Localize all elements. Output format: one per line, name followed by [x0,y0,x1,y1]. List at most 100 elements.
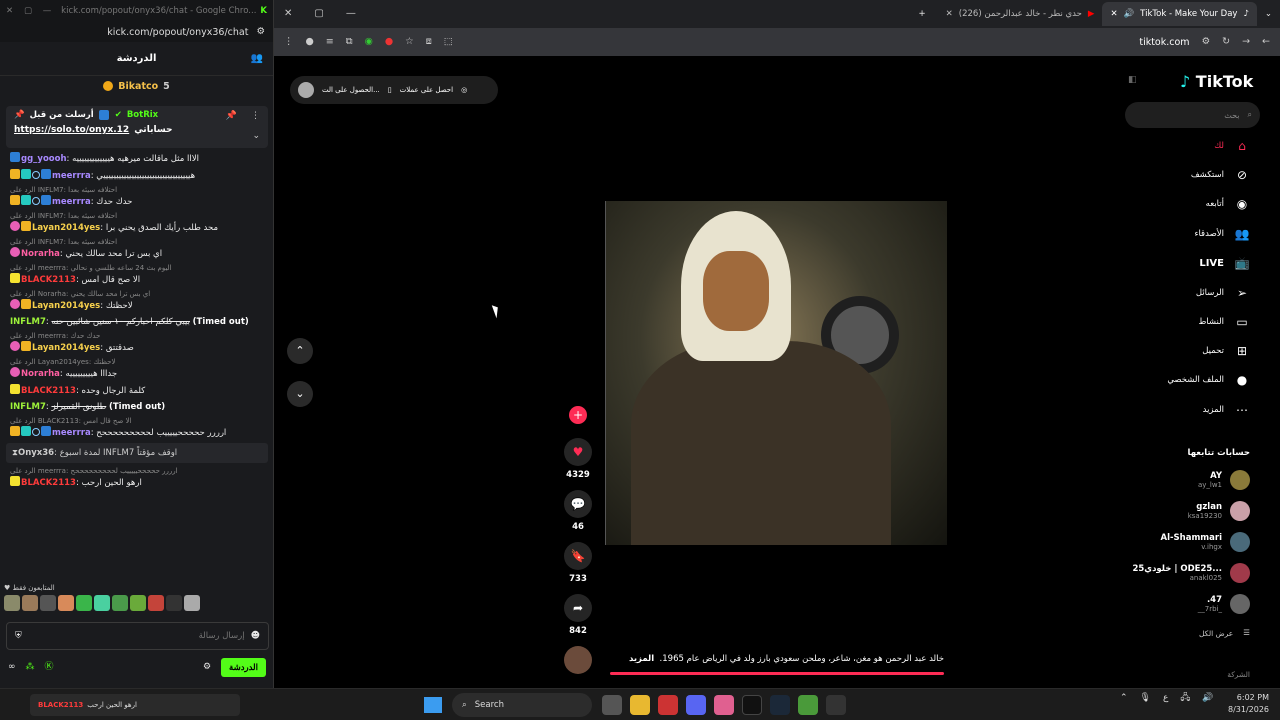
language-indicator[interactable]: ع [1163,693,1168,703]
save-button[interactable]: 🔖 [564,542,592,570]
emote[interactable] [40,595,56,611]
previous-video-button[interactable]: ⌃ [287,338,313,364]
chat-username[interactable]: BLACK2113 [21,478,76,488]
chat-message[interactable]: الرد على INFLM7: احتلافه سيئه بعدا Norarh… [6,236,268,262]
reply-context[interactable]: الرد على meerrra: اليوم بث 24 ساعه طلسي … [10,264,264,273]
following-account[interactable]: .47 __7rbi_ [1198,594,1250,614]
chat-username[interactable]: INFLM7 [10,402,46,412]
chat-message[interactable]: BLACK2113: كلمة الرجال وحده [6,382,268,399]
chat-message[interactable]: الرد على BLACK2113: الا صح قال امس meerrr… [6,415,268,441]
chat-username[interactable]: Layan2014yes [32,223,100,233]
task-view-icon[interactable] [602,695,622,715]
emote[interactable] [184,595,200,611]
playlist-icon[interactable]: ≡ [326,37,334,47]
star-icon[interactable]: ☆ [405,37,414,47]
chat-username[interactable]: Norarha [21,369,60,379]
volume-icon[interactable]: 🔊 [1202,693,1213,703]
new-tab-icon[interactable]: + [919,10,926,19]
chat-input-box[interactable]: ⛨ ☻ [6,622,269,650]
chat-message[interactable]: الرد على meerrra: ارررر حححححيييييب لححح… [6,465,268,491]
chat-message[interactable]: gg_yoooh: الااا مثل ماقالت ميرهيه هييييي… [6,150,268,167]
video-progress-bar[interactable] [610,672,944,675]
gift-leaderboard[interactable]: Bikatco 5 [0,76,273,96]
tab-youtube[interactable]: ✕ (226) حدي نطر - خالد عبدالرحمن ▶ [938,2,1103,26]
chat-message[interactable]: الرد على meerrra: اليوم بث 24 ساعه طلسي … [6,262,268,288]
collapse-icon[interactable]: ◧ [1128,76,1137,85]
nav-for-you[interactable]: لك ⌂ [1214,140,1250,152]
video-player[interactable] [605,201,947,545]
chat-send-button[interactable]: الدردشة [221,657,266,677]
next-video-button[interactable]: ⌄ [287,381,313,407]
tab-search-icon[interactable]: ⌄ [1265,10,1272,19]
tab-close-icon[interactable]: ✕ [1110,10,1117,19]
reply-context[interactable]: الرد على Layan2014yes: لاحظتك [10,358,264,367]
chat-message[interactable]: الرد على meerrra: حدك حدك Layan2014yes: ص… [6,330,268,356]
reply-context[interactable]: الرد على meerrra: ارررر حححححيييييب لححح… [10,467,264,476]
menu-icon[interactable]: ⋮ [284,37,294,47]
discord-icon[interactable] [686,695,706,715]
extension-green-icon[interactable]: ◉ [365,37,373,47]
taskbar-chat-preview[interactable]: BLACK2113 ارهو الحين ارحب [30,694,240,716]
emote[interactable] [76,595,92,611]
see-all-link[interactable]: عرض الكل ☰ [1199,629,1250,638]
reply-context[interactable]: الرد على INFLM7: احتلافه سيئه بعدا [10,186,264,195]
emote[interactable] [58,595,74,611]
nav-activity[interactable]: النشاط ▭ [1198,316,1250,328]
extension-red-icon[interactable]: ● [385,37,393,47]
windows-start-icon[interactable] [424,697,442,713]
chat-username[interactable]: gg_yoooh [21,154,67,164]
emote[interactable] [166,595,182,611]
avatar[interactable] [298,82,314,98]
chat-message[interactable]: الرد على Layan2014yes: لاحظتك Norarha: جد… [6,356,268,382]
nav-live[interactable]: LIVE 📺 [1199,257,1250,269]
chat-username[interactable]: meerrra [52,428,91,438]
system-message[interactable]: ⧗ Onyx36: لمدة اسبوع INFLM7 اوقف مؤقتاً [6,443,268,463]
emote[interactable] [112,595,128,611]
chrome-icon[interactable] [798,695,818,715]
reply-context[interactable]: الرد على BLACK2113: الا صح قال امس [10,417,264,426]
microphone-icon[interactable]: 🎙 [1140,693,1151,703]
site-settings-icon[interactable]: ⚙ [256,27,265,37]
unpin-icon[interactable]: 📌 [226,112,237,121]
emoji-icon[interactable]: ☻ [251,631,260,641]
chat-message[interactable]: الرد على INFLM7: احتلافه سيئه بعدا meerrr… [6,184,268,210]
share-icon[interactable]: ⧈ [426,37,432,47]
chat-message-list[interactable]: gg_yoooh: الااا مثل ماقالت ميرهيه هييييي… [0,150,274,580]
chat-message[interactable]: الرد على Norarha: اي بس ترا محد سالك يحن… [6,288,268,314]
pinned-link[interactable]: https://solo.to/onyx.12 [14,125,129,135]
audio-icon[interactable]: 🔊 [1124,10,1135,19]
emote[interactable] [148,595,164,611]
caption-more-link[interactable]: المزيد [629,654,654,664]
points-icon[interactable]: ⁂ [26,662,35,672]
translate-icon[interactable]: ⬚ [444,37,453,47]
nav-profile[interactable]: الملف الشخصي ● [1167,374,1250,386]
gear-icon[interactable]: ⚙ [203,662,211,672]
nav-explore[interactable]: استكشف ⊘ [1191,169,1250,181]
reply-context[interactable]: الرد على INFLM7: احتلافه سيئه بعدا [10,238,264,247]
shield-icon[interactable]: ⛨ [15,631,22,641]
chat-username[interactable]: Layan2014yes [32,343,100,353]
reply-context[interactable]: الرد على Norarha: اي بس ترا محد سالك يحن… [10,290,264,299]
youtube-app-icon[interactable] [658,695,678,715]
nav-messages[interactable]: الرسائل ➢ [1196,287,1250,299]
tiktok-app-icon[interactable] [742,695,762,715]
emote[interactable] [130,595,146,611]
nav-following[interactable]: أتابعه ◉ [1206,198,1250,210]
nav-more[interactable]: المزيد ⋯ [1203,404,1250,416]
maximize-icon[interactable]: ▢ [24,7,32,16]
search-box[interactable]: بحث ⌕ [1125,102,1260,128]
chat-username[interactable]: Onyx36 [18,448,54,458]
share-button[interactable]: ➦ [564,594,592,622]
close-icon[interactable]: ✕ [6,7,13,16]
chat-message-input[interactable] [27,631,245,641]
taskbar-search[interactable]: ⌕ Search [452,693,592,717]
chat-message[interactable]: INFLM7: بيبي كلكم احباركم ١٠ سنين شائبين… [6,314,268,330]
like-button[interactable]: ♥ [564,438,592,466]
taskbar-clock[interactable]: 6:02 PM 8/31/2026 [1228,692,1269,716]
get-app-button[interactable]: الحصول على الت... [322,86,380,94]
emote[interactable] [22,595,38,611]
nav-upload[interactable]: تحميل ⊞ [1202,345,1250,357]
users-icon[interactable]: 👥 [251,53,263,64]
chat-username[interactable]: Layan2014yes [32,301,100,311]
reply-context[interactable]: الرد على INFLM7: احتلافه سيئه بعدا [10,212,264,221]
